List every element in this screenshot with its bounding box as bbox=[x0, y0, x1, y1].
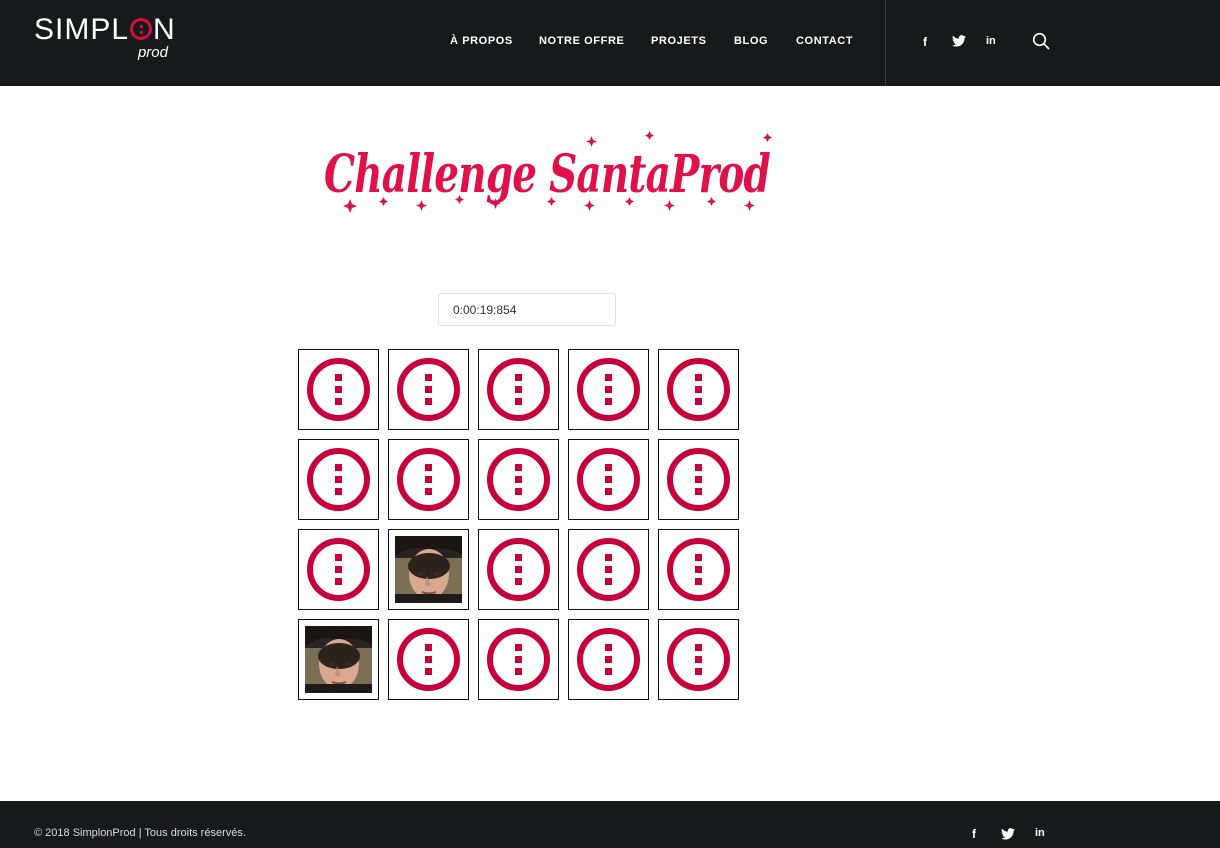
memory-card[interactable] bbox=[658, 529, 739, 610]
challenge-banner: Challenge SantaProd bbox=[324, 131, 772, 213]
nav-item-notre-offre[interactable]: NOTRE OFFRE bbox=[539, 35, 624, 47]
simplon-button-icon bbox=[305, 536, 372, 603]
footer-facebook-icon[interactable]: f bbox=[972, 827, 976, 841]
timer-display[interactable] bbox=[438, 293, 616, 326]
memory-card[interactable] bbox=[658, 439, 739, 520]
memory-card[interactable] bbox=[388, 439, 469, 520]
simplon-prod-logo[interactable]: SIMPL N prod bbox=[34, 13, 176, 64]
search-icon[interactable] bbox=[1032, 32, 1050, 50]
memory-card[interactable] bbox=[388, 619, 469, 700]
memory-card[interactable] bbox=[478, 619, 559, 700]
simplon-button-icon bbox=[665, 356, 732, 423]
memory-card[interactable] bbox=[478, 349, 559, 430]
memory-card[interactable] bbox=[478, 529, 559, 610]
site-footer: © 2018 SimplonProd | Tous droits réservé… bbox=[0, 801, 1220, 848]
memory-card[interactable] bbox=[658, 349, 739, 430]
memory-card[interactable] bbox=[298, 349, 379, 430]
memory-card[interactable] bbox=[388, 349, 469, 430]
banner-title: Challenge SantaProd bbox=[324, 144, 770, 205]
memory-card[interactable] bbox=[478, 439, 559, 520]
logo-button-o-icon bbox=[130, 18, 153, 40]
nav-item-contact[interactable]: CONTACT bbox=[796, 35, 853, 47]
twitter-icon[interactable] bbox=[952, 35, 966, 50]
nav-item-blog[interactable]: BLOG bbox=[734, 35, 768, 47]
memory-card[interactable] bbox=[568, 349, 649, 430]
memory-card-grid bbox=[298, 349, 739, 700]
linkedin-icon[interactable]: in bbox=[986, 35, 996, 47]
simplon-button-icon bbox=[665, 446, 732, 513]
simplon-button-icon bbox=[575, 356, 642, 423]
memory-card[interactable] bbox=[298, 529, 379, 610]
simplon-button-icon bbox=[485, 356, 552, 423]
simplon-button-icon bbox=[575, 446, 642, 513]
logo-wordmark: SIMPL N bbox=[34, 13, 176, 46]
facebook-icon[interactable]: f bbox=[923, 35, 927, 49]
header-divider bbox=[885, 0, 886, 86]
nav-item-projets[interactable]: PROJETS bbox=[651, 35, 707, 47]
copyright-text: © 2018 SimplonProd | Tous droits réservé… bbox=[34, 827, 246, 839]
simplon-button-icon bbox=[395, 626, 462, 693]
simplon-button-icon bbox=[665, 626, 732, 693]
simplon-button-icon bbox=[485, 536, 552, 603]
simplon-button-icon bbox=[395, 446, 462, 513]
portrait-photo bbox=[305, 626, 372, 693]
logo-subtitle: prod bbox=[137, 44, 168, 61]
simplon-button-icon bbox=[305, 356, 372, 423]
memory-card[interactable] bbox=[568, 439, 649, 520]
simplon-button-icon bbox=[575, 536, 642, 603]
simplon-button-icon bbox=[665, 536, 732, 603]
site-header: SIMPL N prod À PROPOS NOTRE OFFRE PROJETS… bbox=[0, 0, 1220, 86]
memory-card-revealed[interactable] bbox=[388, 529, 469, 610]
simplon-button-icon bbox=[305, 446, 372, 513]
memory-card[interactable] bbox=[568, 529, 649, 610]
memory-card[interactable] bbox=[658, 619, 739, 700]
footer-twitter-icon[interactable] bbox=[1001, 828, 1015, 843]
portrait-photo bbox=[395, 536, 462, 603]
simplon-button-icon bbox=[485, 626, 552, 693]
memory-card[interactable] bbox=[298, 439, 379, 520]
memory-card[interactable] bbox=[568, 619, 649, 700]
footer-linkedin-icon[interactable]: in bbox=[1035, 827, 1045, 839]
simplon-button-icon bbox=[485, 446, 552, 513]
memory-card-revealed[interactable] bbox=[298, 619, 379, 700]
simplon-button-icon bbox=[575, 626, 642, 693]
simplon-button-icon bbox=[395, 356, 462, 423]
nav-item-a-propos[interactable]: À PROPOS bbox=[450, 35, 513, 47]
